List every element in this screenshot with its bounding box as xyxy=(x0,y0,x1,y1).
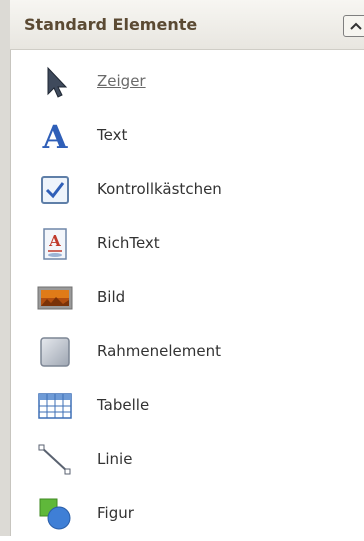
toolbox-item-line[interactable]: Linie xyxy=(10,433,364,487)
section-header-standard-elements[interactable]: Standard Elemente xyxy=(10,0,364,50)
toolbox-item-richtext[interactable]: A RichText xyxy=(10,217,364,271)
toolbox-item-image[interactable]: Bild xyxy=(10,271,364,325)
toolbox-panel: Standard Elemente Zeiger A Text Kontroll… xyxy=(0,0,364,536)
toolbox-item-table[interactable]: Tabelle xyxy=(10,379,364,433)
shape-icon xyxy=(39,498,71,530)
toolbox-item-label: Zeiger xyxy=(97,72,146,90)
toolbox-item-pointer[interactable]: Zeiger xyxy=(10,55,364,109)
image-icon xyxy=(37,286,73,310)
toolbox-item-label: Linie xyxy=(97,450,133,468)
toolbox-item-shape[interactable]: Figur xyxy=(10,487,364,541)
line-icon xyxy=(38,444,71,475)
svg-text:A: A xyxy=(42,118,69,154)
text-a-icon: A xyxy=(42,118,69,154)
chevron-up-icon xyxy=(350,22,362,30)
toolbox-item-text[interactable]: A Text xyxy=(10,109,364,163)
collapse-button[interactable] xyxy=(343,15,364,37)
pointer-arrow-icon xyxy=(47,66,68,98)
toolbox-item-label: Rahmenelement xyxy=(97,342,221,360)
toolbox-item-label: Bild xyxy=(97,288,126,306)
toolbox-item-label: Text xyxy=(97,126,128,144)
section-title: Standard Elemente xyxy=(24,15,198,34)
toolbox-item-label: Kontrollkästchen xyxy=(97,180,222,198)
svg-text:A: A xyxy=(48,232,61,250)
toolbox-item-label: Tabelle xyxy=(97,396,150,414)
toolbox-item-checkbox[interactable]: Kontrollkästchen xyxy=(10,163,364,217)
richtext-icon: A xyxy=(43,228,67,260)
frame-icon xyxy=(40,337,70,367)
checkbox-icon xyxy=(41,176,69,204)
toolbox-item-frame[interactable]: Rahmenelement xyxy=(10,325,364,379)
toolbox-item-label: Figur xyxy=(97,504,134,522)
toolbox-item-label: RichText xyxy=(97,234,160,252)
table-icon xyxy=(38,393,72,419)
